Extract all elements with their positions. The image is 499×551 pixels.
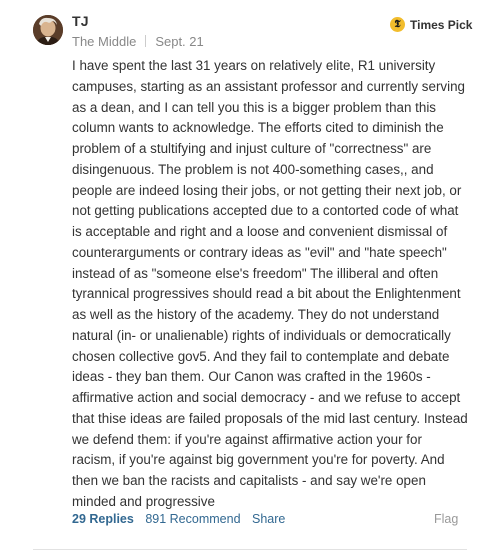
times-pick-badge: 𝕿 Times Pick — [390, 17, 472, 32]
comment-body-line: column wants to acknowledge. The efforts… — [72, 120, 444, 136]
comment-body-line: I have spent the last 31 years on relati… — [72, 58, 436, 73]
nyt-t-icon: 𝕿 — [390, 17, 405, 32]
comment-author[interactable]: TJ — [72, 13, 89, 29]
comment-actions: 29 Replies 891 Recommend Share — [72, 512, 285, 526]
meta-divider — [145, 35, 147, 47]
avatar[interactable] — [33, 15, 63, 45]
comment-body-line: we defend them: if you're against affirm… — [72, 431, 422, 447]
comment-body-line: not getting publications accepted due to… — [72, 203, 459, 219]
comment-body-line: natural (in- or unalienable) rights of i… — [72, 327, 451, 343]
comment-divider — [33, 549, 467, 550]
comment-meta: The Middle Sept. 21 — [72, 34, 204, 49]
avatar-portrait-icon — [33, 15, 63, 45]
replies-link[interactable]: 29 Replies — [72, 512, 134, 526]
comment-body-line: ideas - they ban them. Our Canon was cra… — [72, 369, 431, 385]
flag-button[interactable]: Flag — [434, 512, 458, 526]
comment-body-line: racism, if you're against big government… — [72, 452, 445, 468]
comment-body: I have spent the last 31 years on relati… — [72, 56, 477, 513]
comment-body-line: that thise ideas are failed proposals of… — [72, 410, 468, 426]
comment-body-line: problem of a stultifying and injust cult… — [72, 141, 432, 156]
comment-body-line: instead of as "someone else's freedom" T… — [72, 265, 439, 281]
comment-card: TJ The Middle Sept. 21 𝕿 Times Pick I hav… — [0, 0, 499, 551]
comment-body-line: tyrannical progressives should read a bi… — [72, 286, 461, 302]
comment-body-line: campuses, starting as an assistant profe… — [72, 78, 465, 94]
times-pick-label: Times Pick — [410, 17, 473, 32]
comment-body-line: as a dean, and I can tell you this is a … — [72, 99, 436, 115]
recommend-button[interactable]: 891 Recommend — [145, 512, 240, 526]
comment-location: The Middle — [72, 34, 137, 49]
comment-body-line: is acceptable and right and a loose and … — [72, 224, 448, 239]
comment-body-line: people are indeed losing their jobs, or … — [72, 182, 462, 198]
comment-date[interactable]: Sept. 21 — [155, 34, 203, 49]
comment-body-line: counterarguments or contrary ideas as "e… — [72, 244, 447, 260]
comment-body-line: chosen collective gov5. And they fail to… — [72, 348, 450, 364]
comment-body-line: as well as the history of the academy. T… — [72, 307, 440, 322]
comment-body-line: minded and progressive — [72, 493, 215, 509]
share-button[interactable]: Share — [252, 512, 285, 526]
comment-body-line: affirmative action and social democracy … — [72, 390, 461, 405]
comment-body-line: then we ban the racists and capitalists … — [72, 473, 426, 488]
comment-body-line: disingenuous. The problem is not 400-som… — [72, 161, 434, 177]
